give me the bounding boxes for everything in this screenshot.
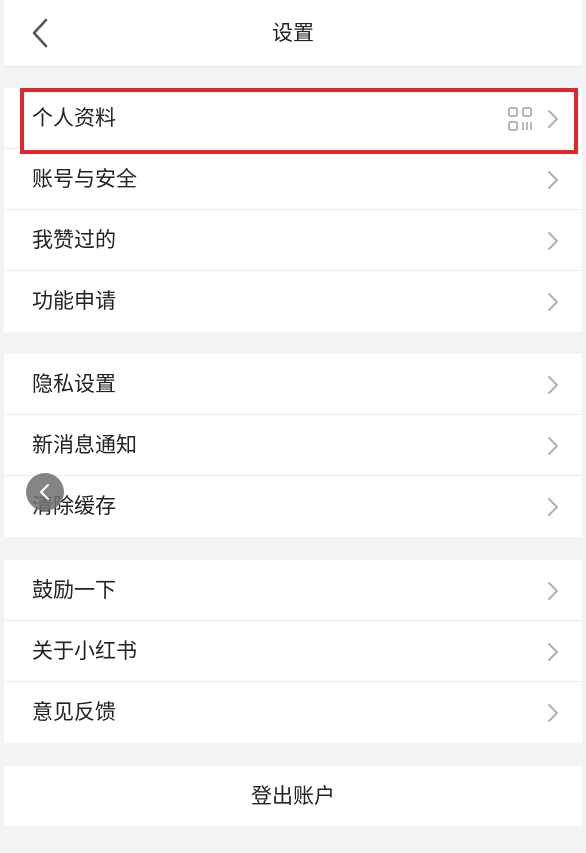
settings-item-account-security[interactable]: 账号与安全 xyxy=(4,149,582,210)
chevron-right-icon xyxy=(548,437,558,455)
settings-item-label: 新消息通知 xyxy=(32,433,137,457)
settings-item-about[interactable]: 关于小红书 xyxy=(4,621,582,682)
chevron-right-icon xyxy=(548,704,558,722)
floating-back-button[interactable] xyxy=(26,473,64,511)
settings-item-label: 账号与安全 xyxy=(32,167,137,191)
logout-button[interactable]: 登出账户 xyxy=(4,766,582,826)
navigation-bar: 设置 xyxy=(4,0,582,67)
settings-item-label: 关于小红书 xyxy=(32,639,137,663)
chevron-right-icon xyxy=(548,293,558,311)
settings-item-label: 个人资料 xyxy=(32,106,116,130)
chevron-right-icon xyxy=(548,376,558,394)
chevron-left-icon xyxy=(40,484,49,500)
settings-item-privacy[interactable]: 隐私设置 xyxy=(4,354,582,415)
chevron-right-icon xyxy=(548,498,558,516)
settings-item-label: 功能申请 xyxy=(32,289,116,313)
chevron-right-icon xyxy=(548,171,558,189)
settings-item-notifications[interactable]: 新消息通知 xyxy=(4,415,582,476)
settings-item-label: 隐私设置 xyxy=(32,372,116,396)
settings-item-clear-cache[interactable]: 清除缓存 xyxy=(4,476,582,537)
settings-item-label: 意见反馈 xyxy=(32,700,116,724)
settings-section-about: 鼓励一下 关于小红书 意见反馈 xyxy=(4,560,582,743)
settings-item-liked[interactable]: 我赞过的 xyxy=(4,210,582,271)
page-title: 设置 xyxy=(272,21,314,45)
settings-item-feedback[interactable]: 意见反馈 xyxy=(4,682,582,743)
settings-item-label: 我赞过的 xyxy=(32,228,116,252)
settings-item-profile[interactable]: 个人资料 xyxy=(4,88,582,149)
settings-section-privacy: 隐私设置 新消息通知 清除缓存 xyxy=(4,354,582,537)
chevron-right-icon xyxy=(548,110,558,128)
settings-page: 设置 个人资料 账号与安全 我赞过的 功能申请 隐私设置 新消息通知 清除缓存 … xyxy=(0,0,586,853)
settings-section-account: 个人资料 账号与安全 我赞过的 功能申请 xyxy=(4,88,582,332)
settings-item-rate[interactable]: 鼓励一下 xyxy=(4,560,582,621)
settings-item-label: 鼓励一下 xyxy=(32,578,116,602)
settings-sheet: 设置 个人资料 账号与安全 我赞过的 功能申请 隐私设置 新消息通知 清除缓存 … xyxy=(4,0,582,853)
settings-item-feature-request[interactable]: 功能申请 xyxy=(4,271,582,332)
qr-code-icon[interactable] xyxy=(508,107,532,131)
chevron-right-icon xyxy=(548,582,558,600)
chevron-right-icon xyxy=(548,643,558,661)
chevron-right-icon xyxy=(548,232,558,250)
